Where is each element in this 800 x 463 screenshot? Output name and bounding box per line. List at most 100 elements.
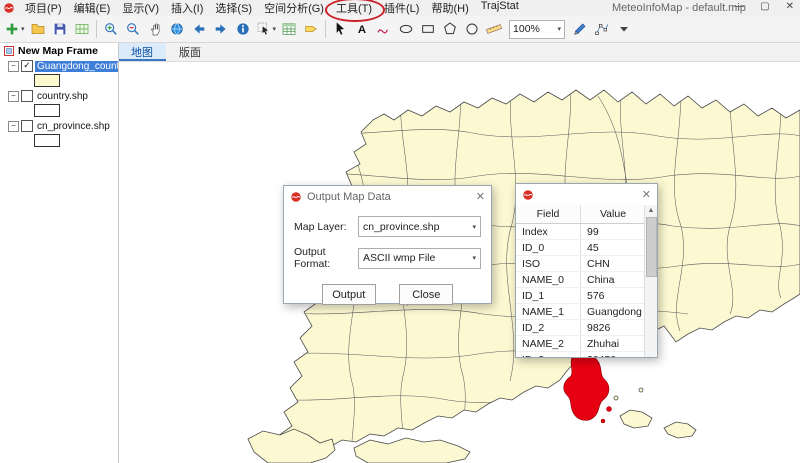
attribute-table-body: Index99ID_045ISOCHNNAME_0ChinaID_1576NAM… (516, 224, 645, 358)
close-icon[interactable]: ✕ (476, 190, 485, 203)
pointer-button[interactable] (329, 18, 351, 40)
attribute-table: Field Value Index99ID_045ISOCHNNAME_0Chi… (516, 205, 645, 357)
save-button[interactable] (49, 18, 71, 40)
field-cell: ID_3 (516, 352, 581, 358)
edit-vertex-button[interactable] (591, 18, 613, 40)
tab-map[interactable]: 地图 (118, 42, 166, 61)
zoom-next-button[interactable] (210, 18, 232, 40)
layer-item-country[interactable]: − country.shp (0, 89, 118, 103)
open-file-button[interactable] (27, 18, 49, 40)
table-row[interactable]: Index99 (516, 224, 645, 240)
value-cell: Guangdong (581, 304, 646, 320)
close-button[interactable]: Close (399, 284, 453, 305)
layer-label[interactable]: cn_province.shp (35, 121, 112, 132)
add-layer-button[interactable] (71, 18, 93, 40)
menubar-items: 项目(P)编辑(E)显示(V)插入(I)选择(S)空间分析(G)工具(T)插件(… (19, 0, 525, 16)
zoom-in-icon (103, 21, 119, 37)
menu-item-project[interactable]: 项目(P) (19, 0, 68, 16)
close-button[interactable]: ✕ (786, 1, 794, 12)
layer-visibility-checkbox[interactable] (21, 120, 33, 132)
zoom-previous-button[interactable] (188, 18, 210, 40)
zoom-in-button[interactable] (100, 18, 122, 40)
edit-pencil-button[interactable] (569, 18, 591, 40)
plus-icon (4, 21, 20, 37)
zoom-combo[interactable]: 100%▾ (509, 20, 565, 39)
field-cell: NAME_0 (516, 272, 581, 288)
pan-button[interactable] (144, 18, 166, 40)
app-logo-icon (3, 2, 15, 14)
value-cell: China (581, 272, 646, 288)
table-row[interactable]: NAME_0China (516, 272, 645, 288)
layer-item-guangdong_county[interactable]: −✓Guangdong_county.shp (0, 59, 118, 73)
map-layer-select[interactable]: cn_province.shp ▾ (358, 216, 481, 237)
polygon-icon (442, 21, 458, 37)
table-row[interactable]: ID_29826 (516, 320, 645, 336)
curve-button[interactable] (373, 18, 395, 40)
label-button[interactable] (300, 18, 322, 40)
new-layer-button[interactable]: ▾ (2, 18, 27, 40)
output-button[interactable]: Output (322, 284, 376, 305)
scrollbar-thumb[interactable] (646, 217, 657, 277)
layer-item-cn_province[interactable]: − cn_province.shp (0, 119, 118, 133)
close-icon[interactable]: ✕ (642, 188, 651, 201)
value-column-header: Value (581, 205, 646, 224)
dialog-title: Output Map Data (307, 191, 391, 203)
layer-label[interactable]: Guangdong_county.shp (35, 61, 119, 72)
collapse-icon[interactable]: − (8, 121, 19, 132)
text-button[interactable] (351, 18, 373, 40)
menu-item-select[interactable]: 选择(S) (209, 0, 258, 16)
ellipse-button[interactable] (395, 18, 417, 40)
attribute-table-button[interactable] (278, 18, 300, 40)
table-row[interactable]: NAME_1Guangdong (516, 304, 645, 320)
value-cell: 9826 (581, 320, 646, 336)
menu-item-tools[interactable]: 工具(T) (330, 0, 378, 16)
zoom-value: 100% (513, 23, 540, 35)
ellipse-icon (398, 21, 414, 37)
menu-item-plugins[interactable]: 插件(L) (378, 0, 425, 16)
menu-item-help[interactable]: 帮助(H) (425, 0, 474, 16)
table-scrollbar[interactable]: ▲ (644, 205, 657, 357)
layer-label[interactable]: country.shp (35, 91, 90, 102)
table-row[interactable]: ID_1576 (516, 288, 645, 304)
legend-swatch-row (0, 133, 118, 149)
more-tools-button[interactable] (613, 18, 635, 40)
menu-item-display[interactable]: 显示(V) (116, 0, 165, 16)
identify-button[interactable] (232, 18, 254, 40)
zoom-out-button[interactable] (122, 18, 144, 40)
maximize-button[interactable]: ▢ (760, 1, 769, 12)
layer-tree: −✓Guangdong_county.shp−country.shp−cn_pr… (0, 59, 118, 149)
layer-visibility-checkbox[interactable]: ✓ (21, 60, 33, 72)
chevron-down-icon: ▾ (472, 223, 476, 231)
collapse-icon[interactable]: − (8, 91, 19, 102)
menu-item-insert[interactable]: 插入(I) (165, 0, 209, 16)
info-icon (235, 21, 251, 37)
measure-button[interactable] (483, 18, 505, 40)
table-row[interactable]: NAME_2Zhuhai (516, 336, 645, 352)
table-row[interactable]: ID_045 (516, 240, 645, 256)
field-cell: ID_1 (516, 288, 581, 304)
circle-button[interactable] (461, 18, 483, 40)
field-cell: ID_0 (516, 240, 581, 256)
menu-item-edit[interactable]: 编辑(E) (68, 0, 117, 16)
table-row[interactable]: ID_320459 (516, 352, 645, 358)
collapse-icon[interactable]: − (8, 61, 19, 72)
layer-visibility-checkbox[interactable] (21, 90, 33, 102)
caret-icon (616, 21, 632, 37)
select-feature-button[interactable]: ▾ (254, 18, 279, 40)
layer-panel: New Map Frame −✓Guangdong_county.shp−cou… (0, 42, 119, 463)
map-frame-item[interactable]: New Map Frame (0, 42, 118, 59)
full-extent-button[interactable] (166, 18, 188, 40)
output-format-select[interactable]: ASCII wmp File ▾ (358, 248, 481, 269)
menu-item-spatial-analysis[interactable]: 空间分析(G) (258, 0, 330, 16)
map-frame-label: New Map Frame (18, 45, 98, 57)
field-cell: NAME_2 (516, 336, 581, 352)
scroll-up-icon[interactable]: ▲ (645, 205, 657, 216)
polygon-button[interactable] (439, 18, 461, 40)
toolbar-separator (325, 20, 326, 38)
attribute-table-wrap: Field Value Index99ID_045ISOCHNNAME_0Chi… (516, 205, 645, 357)
tab-layout[interactable]: 版面 (166, 42, 214, 61)
table-row[interactable]: ISOCHN (516, 256, 645, 272)
minimize-button[interactable]: — (734, 1, 744, 12)
rectangle-button[interactable] (417, 18, 439, 40)
menu-item-trajstat[interactable]: TrajStat (475, 0, 525, 16)
